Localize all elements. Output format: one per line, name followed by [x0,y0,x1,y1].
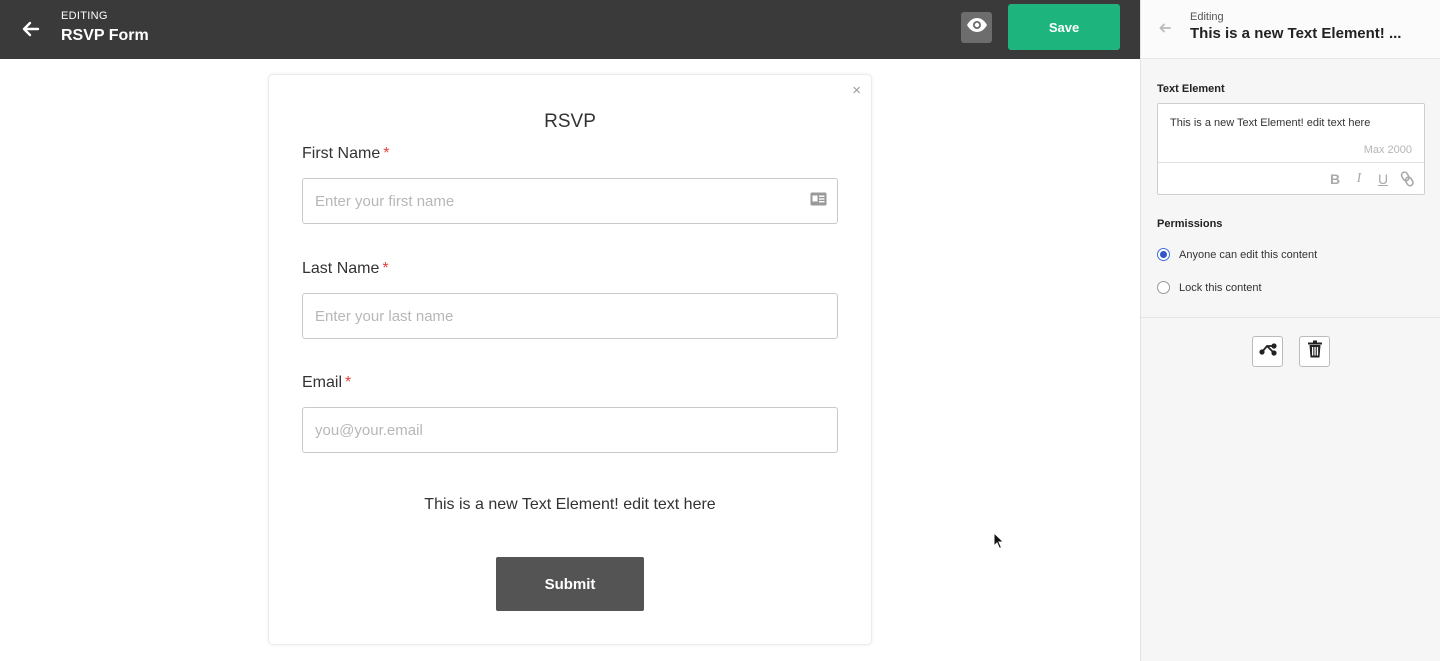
preview-button[interactable] [961,12,992,43]
first-name-label: First Name * [302,145,390,162]
link-icon[interactable] [1400,171,1414,190]
bold-button[interactable]: B [1328,171,1342,187]
panel-title: This is a new Text Element! ... [1190,25,1402,42]
permission-lock-option[interactable]: Lock this content [1157,281,1262,294]
text-editor[interactable]: This is a new Text Element! edit text he… [1157,103,1425,195]
permission-label: Anyone can edit this content [1179,248,1318,261]
email-label: Email * [302,374,352,391]
permission-anyone-option[interactable]: Anyone can edit this content [1157,248,1317,261]
share-icon [1258,341,1278,362]
panel-header: Editing This is a new Text Element! ... [1141,0,1440,59]
max-length-hint: Max 2000 [1363,144,1412,156]
editor-text[interactable]: This is a new Text Element! edit text he… [1170,117,1370,129]
trash-icon [1307,340,1323,363]
panel-divider [1141,317,1440,318]
italic-button[interactable]: I [1352,171,1366,187]
required-marker: * [383,145,390,162]
panel-back-icon[interactable] [1157,20,1173,36]
permission-label: Lock this content [1179,281,1262,294]
first-name-input[interactable] [302,178,838,224]
submit-button[interactable]: Submit [496,557,644,611]
text-element[interactable]: This is a new Text Element! edit text he… [269,496,871,514]
email-input[interactable] [302,407,838,453]
mouse-cursor-icon [993,531,1005,550]
share-button[interactable] [1252,336,1283,367]
radio-button[interactable] [1157,248,1170,261]
close-icon[interactable]: × [852,82,861,99]
last-name-input[interactable] [302,293,838,339]
form-name: RSVP Form [61,27,149,44]
last-name-label: Last Name * [302,260,389,277]
back-arrow-icon[interactable] [18,16,44,42]
eye-icon [966,17,988,38]
delete-button[interactable] [1299,336,1330,367]
required-marker: * [345,374,352,391]
radio-button[interactable] [1157,281,1170,294]
form-title: RSVP [544,111,596,132]
properties-panel: Editing This is a new Text Element! ... … [1140,0,1440,661]
permissions-label: Permissions [1157,218,1223,230]
editing-label: EDITING [61,10,108,22]
id-card-icon [810,192,827,206]
panel-editing-label: Editing [1190,11,1224,23]
editor-toolbar: B I U [1158,162,1424,195]
top-bar: EDITING RSVP Form Save [0,0,1140,59]
save-button[interactable]: Save [1008,4,1120,50]
required-marker: * [382,260,389,277]
text-element-label: Text Element [1157,83,1225,95]
underline-button[interactable]: U [1376,171,1390,187]
editing-header: EDITING RSVP Form [61,10,149,45]
form-card: × RSVP First Name* Last Name* Email* Thi… [268,74,872,645]
